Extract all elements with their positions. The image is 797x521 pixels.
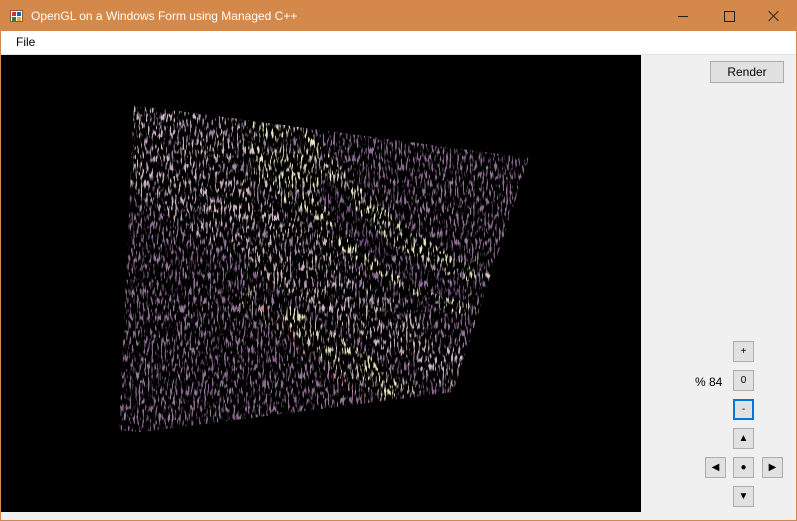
- maximize-icon: [723, 10, 735, 22]
- zoom-in-button[interactable]: +: [733, 341, 754, 362]
- title-bar[interactable]: OpenGL on a Windows Form using Managed C…: [1, 1, 796, 31]
- zoom-reset-button[interactable]: 0: [733, 370, 754, 391]
- minimize-icon: [678, 15, 688, 17]
- app-icon[interactable]: [10, 10, 23, 22]
- minimize-button[interactable]: [660, 1, 706, 31]
- pan-right-button[interactable]: ▶: [762, 457, 783, 478]
- pan-up-button[interactable]: ▲: [733, 428, 754, 449]
- close-button[interactable]: [751, 1, 797, 31]
- zoom-out-button[interactable]: -: [733, 399, 754, 420]
- menu-file[interactable]: File: [9, 31, 42, 54]
- menu-bar: File: [1, 31, 796, 55]
- zoom-percent-label: % 84: [695, 375, 723, 389]
- close-icon: [768, 10, 780, 22]
- app-window: OpenGL on a Windows Form using Managed C…: [0, 0, 797, 521]
- window-title: OpenGL on a Windows Form using Managed C…: [31, 9, 298, 23]
- pan-down-button[interactable]: ▼: [733, 486, 754, 507]
- maximize-button[interactable]: [706, 1, 752, 31]
- render-button[interactable]: Render: [710, 61, 784, 83]
- pan-center-button[interactable]: ●: [733, 457, 754, 478]
- pan-left-button[interactable]: ◀: [705, 457, 726, 478]
- opengl-viewport[interactable]: [1, 55, 641, 512]
- textured-terrain: [119, 105, 529, 432]
- rendered-scene: [119, 105, 529, 432]
